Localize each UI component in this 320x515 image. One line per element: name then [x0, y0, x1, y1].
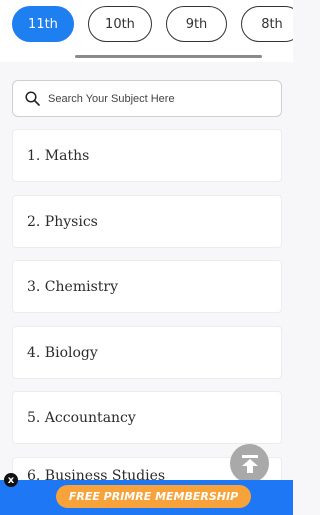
tabs-scrollbar[interactable] — [75, 55, 262, 58]
close-promo-button[interactable]: x — [4, 473, 18, 487]
subject-item-chemistry[interactable]: 3. Chemistry — [12, 260, 282, 313]
search-box[interactable] — [12, 80, 282, 117]
back-to-top-button[interactable] — [230, 444, 269, 483]
tab-9th[interactable]: 9th — [166, 6, 227, 42]
free-membership-button[interactable]: FREE PRIMRE MEMBERSHIP — [56, 485, 251, 508]
tab-8th[interactable]: 8th — [241, 6, 293, 42]
grade-tabs: 11th 10th 9th 8th — [0, 0, 293, 62]
search-icon — [25, 91, 40, 106]
tab-10th[interactable]: 10th — [88, 6, 152, 42]
subject-item-maths[interactable]: 1. Maths — [12, 129, 282, 182]
search-input[interactable] — [46, 91, 270, 106]
subject-item-physics[interactable]: 2. Physics — [12, 195, 282, 248]
subject-item-biology[interactable]: 4. Biology — [12, 326, 282, 379]
tab-11th[interactable]: 11th — [12, 6, 74, 42]
arrow-up-icon — [241, 454, 258, 473]
subject-item-accountancy[interactable]: 5. Accountancy — [12, 391, 282, 444]
